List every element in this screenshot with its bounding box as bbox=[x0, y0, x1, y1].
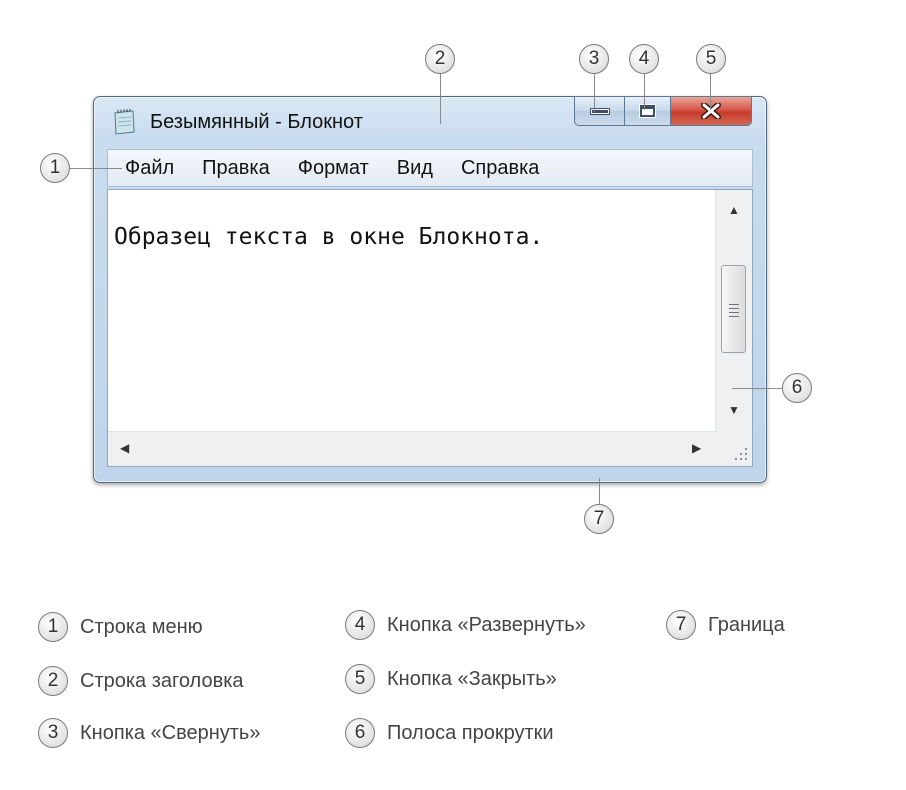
legend-item-7: 7 Граница bbox=[666, 610, 785, 640]
callout-4: 4 bbox=[629, 44, 659, 74]
callout-2: 2 bbox=[425, 44, 455, 74]
legend-item-2: 2 Строка заголовка bbox=[38, 666, 244, 696]
close-icon bbox=[701, 103, 721, 119]
grip-icon bbox=[729, 304, 739, 320]
legend-number: 3 bbox=[38, 718, 68, 748]
window-controls bbox=[574, 96, 752, 126]
legend-label: Строка заголовка bbox=[80, 669, 244, 692]
leader-line-3 bbox=[594, 72, 595, 112]
callout-1: 1 bbox=[40, 153, 70, 183]
leader-line-4 bbox=[644, 72, 645, 110]
legend-number: 4 bbox=[345, 610, 375, 640]
text-edit-area[interactable]: Образец текста в окне Блокнота. ▲ ▼ ◀ ▶ bbox=[107, 189, 753, 467]
legend-number: 6 bbox=[345, 718, 375, 748]
menu-format[interactable]: Формат bbox=[298, 157, 369, 180]
callout-6: 6 bbox=[782, 373, 812, 403]
notepad-window: Безымянный - Блокнот Файл Правка Формат … bbox=[93, 96, 767, 483]
title-bar[interactable]: Безымянный - Блокнот bbox=[94, 96, 766, 147]
window-title: Безымянный - Блокнот bbox=[150, 111, 363, 133]
legend-number: 1 bbox=[38, 612, 68, 642]
vertical-scroll-thumb[interactable] bbox=[721, 265, 746, 353]
scroll-left-arrow-icon[interactable]: ◀ bbox=[120, 442, 129, 454]
menu-help[interactable]: Справка bbox=[461, 157, 539, 180]
document-text[interactable]: Образец текста в окне Блокнота. bbox=[114, 224, 543, 250]
leader-line-5 bbox=[710, 72, 711, 110]
legend-item-5: 5 Кнопка «Закрыть» bbox=[345, 664, 557, 694]
leader-line-7 bbox=[599, 478, 600, 504]
menu-file[interactable]: Файл bbox=[125, 157, 174, 180]
minimize-button[interactable] bbox=[574, 96, 624, 126]
legend-item-6: 6 Полоса прокрутки bbox=[345, 718, 554, 748]
maximize-button[interactable] bbox=[624, 96, 670, 126]
legend-item-3: 3 Кнопка «Свернуть» bbox=[38, 718, 260, 748]
leader-line-2 bbox=[440, 72, 441, 124]
scroll-up-arrow-icon[interactable]: ▲ bbox=[728, 204, 740, 216]
callout-3: 3 bbox=[579, 44, 609, 74]
horizontal-scrollbar[interactable]: ◀ ▶ bbox=[108, 431, 718, 466]
close-button[interactable] bbox=[670, 96, 752, 126]
menu-bar: Файл Правка Формат Вид Справка bbox=[107, 149, 753, 187]
scrollbar-corner bbox=[716, 432, 752, 466]
scroll-down-arrow-icon[interactable]: ▼ bbox=[728, 404, 740, 416]
notepad-icon bbox=[114, 109, 135, 135]
maximize-icon bbox=[640, 105, 655, 117]
legend-item-4: 4 Кнопка «Развернуть» bbox=[345, 610, 586, 640]
scroll-right-arrow-icon[interactable]: ▶ bbox=[692, 442, 701, 454]
size-grip-icon[interactable] bbox=[735, 448, 747, 460]
legend-number: 7 bbox=[666, 610, 696, 640]
legend-label: Полоса прокрутки bbox=[387, 721, 554, 744]
callout-5: 5 bbox=[696, 44, 726, 74]
menu-edit[interactable]: Правка bbox=[202, 157, 270, 180]
callout-7: 7 bbox=[584, 504, 614, 534]
legend-item-1: 1 Строка меню bbox=[38, 612, 203, 642]
legend-label: Кнопка «Развернуть» bbox=[387, 613, 586, 636]
leader-line-6 bbox=[732, 388, 782, 389]
leader-line-1 bbox=[70, 168, 122, 169]
legend-number: 5 bbox=[345, 664, 375, 694]
legend-label: Строка меню bbox=[80, 615, 203, 638]
legend-number: 2 bbox=[38, 666, 68, 696]
menu-view[interactable]: Вид bbox=[397, 157, 433, 180]
vertical-scrollbar[interactable]: ▲ ▼ bbox=[715, 190, 752, 432]
legend-label: Кнопка «Закрыть» bbox=[387, 667, 557, 690]
legend-label: Кнопка «Свернуть» bbox=[80, 721, 261, 744]
legend-label: Граница bbox=[708, 613, 785, 636]
